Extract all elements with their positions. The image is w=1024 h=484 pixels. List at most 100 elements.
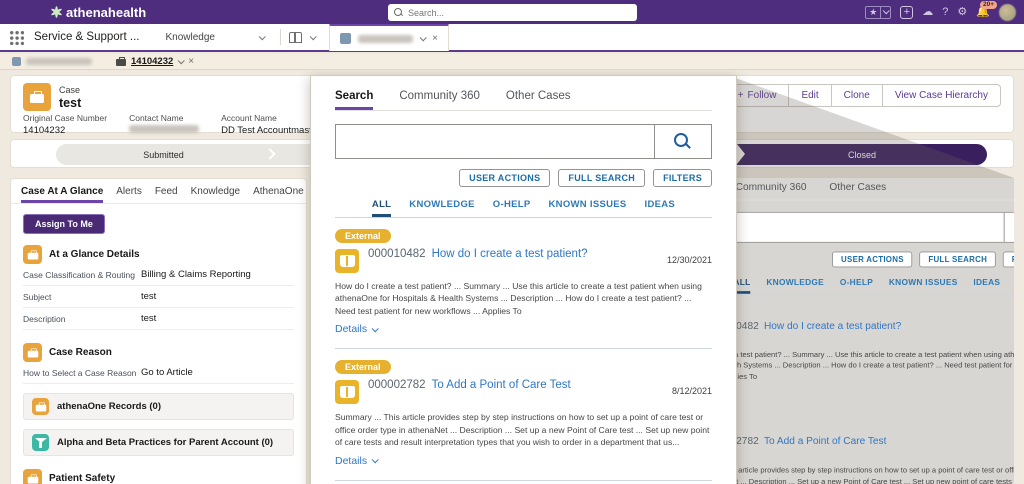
help-icon[interactable]: ? bbox=[942, 7, 948, 18]
tab-search[interactable]: Search bbox=[335, 90, 373, 110]
external-badge: External bbox=[335, 360, 391, 374]
article-book-icon bbox=[335, 249, 359, 273]
search-result: External 000010482How do I create a test… bbox=[335, 218, 712, 349]
section-case-icon bbox=[23, 245, 42, 264]
workspace-tab[interactable]: × bbox=[329, 23, 449, 51]
field-original-case-number: Original Case Number 14104232 bbox=[23, 113, 107, 136]
case-title: test bbox=[59, 96, 81, 110]
path-stage-submitted[interactable]: Submitted bbox=[56, 144, 271, 165]
go-to-article-link[interactable]: Go to Article bbox=[141, 367, 193, 378]
global-search[interactable] bbox=[388, 4, 637, 21]
article-title-link[interactable]: How do I create a test patient? bbox=[764, 321, 901, 332]
close-icon[interactable]: × bbox=[432, 34, 438, 44]
close-icon[interactable]: × bbox=[188, 57, 194, 67]
record-icon bbox=[12, 57, 21, 66]
alpha-beta-practices-section[interactable]: Alpha and Beta Practices for Parent Acco… bbox=[23, 429, 294, 456]
article-date: 8/12/2021 bbox=[1000, 443, 1014, 452]
cloud-icon[interactable]: ☁ bbox=[922, 7, 933, 18]
article-title-link[interactable]: To Add a Point of Care Test bbox=[764, 437, 886, 448]
app-launcher-icon[interactable] bbox=[9, 30, 24, 45]
filter-o-help[interactable]: O-HELP bbox=[840, 278, 873, 294]
chevron-down-icon[interactable] bbox=[178, 57, 185, 64]
chevron-down-icon[interactable] bbox=[310, 33, 317, 40]
detail-row: Case Classification & Routing Billing & … bbox=[23, 264, 294, 286]
nav-item-knowledge[interactable]: Knowledge bbox=[165, 32, 214, 43]
subtab-case[interactable]: 14104232 × bbox=[116, 56, 194, 67]
filter-o-help[interactable]: O-HELP bbox=[493, 199, 531, 217]
section-case-icon bbox=[23, 343, 42, 362]
detail-row: How to Select a Case Reason Go to Articl… bbox=[23, 362, 294, 384]
edit-button[interactable]: Edit bbox=[789, 84, 831, 107]
article-title-link[interactable]: To Add a Point of Care Test bbox=[432, 379, 571, 391]
filter-known-issues[interactable]: KNOWN ISSUES bbox=[889, 278, 958, 294]
tab-community-360[interactable]: Community 360 bbox=[399, 90, 480, 110]
view-case-hierarchy-button[interactable]: View Case Hierarchy bbox=[883, 84, 1001, 107]
tab-alerts[interactable]: Alerts bbox=[116, 186, 142, 203]
kcs-search-button[interactable] bbox=[654, 125, 711, 158]
user-actions-button[interactable]: USER ACTIONS bbox=[832, 252, 912, 268]
assign-to-me-button[interactable]: Assign To Me bbox=[23, 214, 105, 234]
global-header: athenahealth ★ + ☁ ? ⚙ 🔔20+ bbox=[0, 0, 1024, 24]
leaf-icon bbox=[50, 6, 62, 18]
app-name[interactable]: Service & Support ... bbox=[34, 31, 139, 43]
global-search-input[interactable] bbox=[408, 8, 631, 18]
subtab-contact[interactable] bbox=[12, 57, 92, 66]
filters-button[interactable]: FILTERS bbox=[653, 169, 712, 187]
section-case-icon bbox=[23, 469, 42, 484]
tab-knowledge[interactable]: Knowledge bbox=[191, 186, 240, 203]
case-tabs: Case At A Glance Alerts Feed Knowledge A… bbox=[11, 179, 306, 204]
tab-athenaone[interactable]: AthenaOne bbox=[253, 186, 304, 203]
filters-button[interactable]: FILTERS bbox=[1003, 252, 1014, 268]
filter-ideas[interactable]: IDEAS bbox=[973, 278, 1000, 294]
clone-button[interactable]: Clone bbox=[832, 84, 883, 107]
tab-community-360[interactable]: Community 360 bbox=[736, 182, 807, 200]
article-date: 12/30/2021 bbox=[650, 255, 712, 265]
kcs-search-button[interactable] bbox=[1004, 213, 1014, 242]
full-search-button[interactable]: FULL SEARCH bbox=[920, 252, 996, 268]
search-result: External 000002782To Add a Point of Care… bbox=[335, 349, 712, 480]
chevron-down-icon bbox=[372, 325, 379, 332]
classification-link[interactable]: Billing & Claims Reporting bbox=[141, 269, 251, 280]
athenaone-records-section[interactable]: athenaOne Records (0) bbox=[23, 393, 294, 420]
detail-row: Subject test bbox=[23, 286, 294, 308]
filter-ideas[interactable]: IDEAS bbox=[645, 199, 676, 217]
chevron-down-icon bbox=[372, 456, 379, 463]
book-icon[interactable] bbox=[289, 32, 302, 43]
redacted-subtab-label bbox=[26, 58, 92, 65]
subtab-bar: 14104232 × bbox=[0, 54, 1024, 70]
path-stage-closed[interactable]: Closed bbox=[737, 144, 987, 165]
details-toggle[interactable]: Details bbox=[335, 323, 377, 335]
article-snippet: Summary ... This article provides step b… bbox=[335, 411, 712, 448]
favorites-button[interactable]: ★ bbox=[865, 6, 891, 19]
article-book-icon bbox=[335, 380, 359, 404]
tab-case-at-a-glance[interactable]: Case At A Glance bbox=[21, 186, 103, 203]
brand-text: athenahealth bbox=[66, 5, 146, 20]
filter-knowledge[interactable]: KNOWLEDGE bbox=[409, 199, 475, 217]
filter-all[interactable]: ALL bbox=[372, 199, 391, 217]
popup-tabs: Search Community 360 Other Cases bbox=[335, 90, 712, 111]
tab-feed[interactable]: Feed bbox=[155, 186, 178, 203]
redacted-contact-name bbox=[129, 125, 199, 133]
kcs-search-input[interactable] bbox=[336, 125, 654, 158]
setup-gear-icon[interactable]: ⚙ bbox=[957, 7, 967, 18]
chevron-down-icon[interactable] bbox=[420, 34, 427, 41]
case-number-link[interactable]: 14104232 bbox=[131, 56, 173, 67]
full-search-button[interactable]: FULL SEARCH bbox=[558, 169, 645, 187]
notifications-bell-icon[interactable]: 🔔20+ bbox=[976, 7, 990, 18]
article-date: 8/12/2021 bbox=[650, 386, 712, 396]
search-icon bbox=[674, 133, 692, 151]
article-title-link[interactable]: How do I create a test patient? bbox=[432, 248, 588, 260]
avatar[interactable] bbox=[999, 4, 1016, 21]
filter-known-issues[interactable]: KNOWN ISSUES bbox=[549, 199, 627, 217]
article-snippet: How do I create a test patient? ... Summ… bbox=[335, 280, 712, 317]
user-actions-button[interactable]: USER ACTIONS bbox=[459, 169, 550, 187]
quick-create-icon[interactable]: + bbox=[900, 6, 913, 19]
case-object-icon bbox=[23, 83, 51, 111]
details-toggle[interactable]: Details bbox=[335, 455, 377, 467]
chevron-down-icon[interactable] bbox=[259, 33, 266, 40]
tab-other-cases[interactable]: Other Cases bbox=[829, 182, 886, 200]
filter-knowledge[interactable]: KNOWLEDGE bbox=[766, 278, 824, 294]
records-case-icon bbox=[32, 398, 49, 415]
tab-other-cases[interactable]: Other Cases bbox=[506, 90, 571, 110]
nav-bar: Service & Support ... Knowledge × bbox=[0, 24, 1024, 52]
